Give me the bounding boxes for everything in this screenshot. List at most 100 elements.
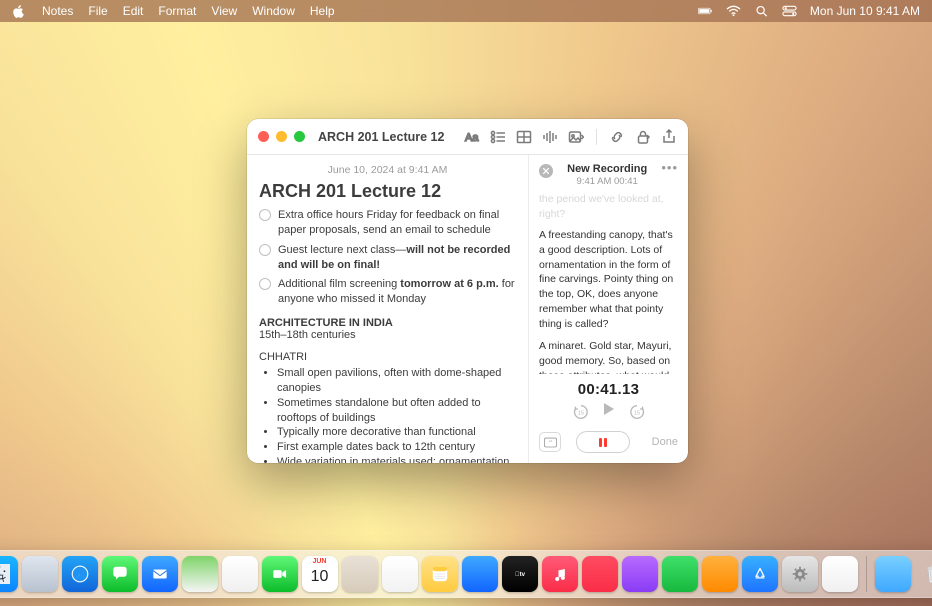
- dock-app-downloads[interactable]: [875, 556, 911, 592]
- window-close-button[interactable]: [258, 131, 269, 142]
- link-button[interactable]: [609, 129, 625, 145]
- dock-app-freeform[interactable]: [462, 556, 498, 592]
- skip-back-button[interactable]: 15: [572, 403, 590, 421]
- dock-app-facetime[interactable]: [262, 556, 298, 592]
- checkbox-circle[interactable]: [259, 244, 271, 256]
- checklist-item-text: Guest lecture next class—will not be rec…: [278, 243, 516, 273]
- play-button[interactable]: [602, 402, 616, 421]
- bullet-item: First example dates back to 12th century: [277, 440, 516, 455]
- media-button[interactable]: [568, 129, 584, 145]
- bullet-list: Small open pavilions, often with dome-sh…: [259, 366, 516, 463]
- recording-panel: New Recording 9:41 AM 00:41 ••• the peri…: [528, 155, 688, 463]
- window-toolbar: Aa: [464, 129, 677, 145]
- menu-app-name[interactable]: Notes: [42, 4, 73, 18]
- note-title: ARCH 201 Lecture 12: [259, 181, 516, 202]
- window-minimize-button[interactable]: [276, 131, 287, 142]
- control-center-icon[interactable]: [782, 5, 797, 17]
- dock-app-reminders[interactable]: [382, 556, 418, 592]
- window-title: ARCH 201 Lecture 12: [318, 130, 444, 144]
- dock-app-launchpad[interactable]: [22, 556, 58, 592]
- dock-app-news[interactable]: [582, 556, 618, 592]
- svg-text:15: 15: [578, 410, 584, 416]
- more-button[interactable]: •••: [661, 163, 678, 173]
- dock-app-tv[interactable]: tv: [502, 556, 538, 592]
- checklist-item-text: Extra office hours Friday for feedback o…: [278, 208, 516, 238]
- section-subheading: 15th–18th centuries: [259, 329, 516, 341]
- dock-app-notes[interactable]: [422, 556, 458, 592]
- menu-bar: Notes File Edit Format View Window Help …: [0, 0, 932, 22]
- dock-separator: [866, 556, 867, 592]
- audio-button[interactable]: [542, 129, 558, 145]
- dock-app-photos[interactable]: [222, 556, 258, 592]
- dock-trash[interactable]: [915, 556, 932, 592]
- close-panel-button[interactable]: [539, 164, 553, 178]
- window-zoom-button[interactable]: [294, 131, 305, 142]
- checkbox-circle[interactable]: [259, 209, 271, 221]
- menu-file[interactable]: File: [88, 4, 107, 18]
- dock-app-numbers[interactable]: [662, 556, 698, 592]
- bullet-item: Wide variation in materials used; orname…: [277, 455, 516, 463]
- menu-view[interactable]: View: [211, 4, 237, 18]
- bullet-item: Sometimes standalone but often added to …: [277, 396, 516, 426]
- recording-timer: 00:41.13: [539, 381, 678, 398]
- dock-app-iphone[interactable]: [822, 556, 858, 592]
- chhatri-heading: CHHATRI: [259, 351, 516, 363]
- dock: JUN10 tv: [0, 550, 932, 598]
- dock-app-pages[interactable]: [702, 556, 738, 592]
- dock-app-podcasts[interactable]: [622, 556, 658, 592]
- spotlight-icon[interactable]: [754, 5, 769, 17]
- svg-text:tv: tv: [514, 571, 525, 578]
- dock-app-safari[interactable]: [62, 556, 98, 592]
- dock-app-finder[interactable]: [0, 556, 18, 592]
- note-timestamp: June 10, 2024 at 9:41 AM: [259, 164, 516, 176]
- dock-app-settings[interactable]: [782, 556, 818, 592]
- lock-button[interactable]: [635, 129, 651, 145]
- share-button[interactable]: [661, 129, 677, 145]
- menu-window[interactable]: Window: [252, 4, 295, 18]
- dock-app-messages[interactable]: [102, 556, 138, 592]
- checklist-item[interactable]: Guest lecture next class—will not be rec…: [259, 243, 516, 273]
- menu-help[interactable]: Help: [310, 4, 335, 18]
- pause-record-button[interactable]: [576, 431, 630, 453]
- svg-text:Aa: Aa: [465, 132, 479, 144]
- pause-icon: [599, 438, 607, 447]
- battery-icon[interactable]: [698, 5, 713, 17]
- recording-title: New Recording: [561, 163, 653, 175]
- notes-window: ARCH 201 Lecture 12 Aa June 10, 2024 at …: [247, 119, 688, 463]
- menu-format[interactable]: Format: [158, 4, 196, 18]
- done-button[interactable]: Done: [652, 436, 678, 448]
- transcript-p1: A freestanding canopy, that's a good des…: [539, 228, 678, 331]
- menu-clock[interactable]: Mon Jun 10 9:41 AM: [810, 4, 920, 18]
- dock-app-appstore[interactable]: [742, 556, 778, 592]
- skip-forward-button[interactable]: 15: [628, 403, 646, 421]
- checklist-item[interactable]: Extra office hours Friday for feedback o…: [259, 208, 516, 238]
- svg-text:15: 15: [634, 410, 640, 416]
- bullet-item: Typically more decorative than functiona…: [277, 425, 516, 440]
- window-traffic-lights: [258, 131, 305, 142]
- checklist-button[interactable]: [490, 129, 506, 145]
- transcript[interactable]: the period we've looked at, right? A fre…: [529, 192, 688, 374]
- transcript-p2: A minaret. Gold star, Mayuri, good memor…: [539, 339, 678, 374]
- checklist: Extra office hours Friday for feedback o…: [259, 208, 516, 307]
- format-button[interactable]: Aa: [464, 129, 480, 145]
- svg-text:“”: “”: [548, 440, 552, 446]
- checkbox-circle[interactable]: [259, 278, 271, 290]
- apple-menu[interactable]: [12, 5, 25, 18]
- window-titlebar: ARCH 201 Lecture 12 Aa: [247, 119, 688, 155]
- transcript-faded-line: the period we've looked at, right?: [539, 192, 678, 221]
- recording-subtitle: 9:41 AM 00:41: [561, 176, 653, 187]
- dock-app-mail[interactable]: [142, 556, 178, 592]
- note-body[interactable]: June 10, 2024 at 9:41 AM ARCH 201 Lectur…: [247, 155, 528, 463]
- dock-app-music[interactable]: [542, 556, 578, 592]
- checklist-item-text: Additional film screening tomorrow at 6 …: [278, 277, 516, 307]
- bullet-item: Small open pavilions, often with dome-sh…: [277, 366, 516, 396]
- menu-edit[interactable]: Edit: [123, 4, 144, 18]
- table-button[interactable]: [516, 129, 532, 145]
- dock-app-calendar[interactable]: JUN10: [302, 556, 338, 592]
- checklist-item[interactable]: Additional film screening tomorrow at 6 …: [259, 277, 516, 307]
- section-heading: ARCHITECTURE IN INDIA: [259, 317, 516, 329]
- dock-app-contacts[interactable]: [342, 556, 378, 592]
- transcript-toggle-button[interactable]: “”: [539, 432, 561, 452]
- wifi-icon[interactable]: [726, 5, 741, 17]
- dock-app-maps[interactable]: [182, 556, 218, 592]
